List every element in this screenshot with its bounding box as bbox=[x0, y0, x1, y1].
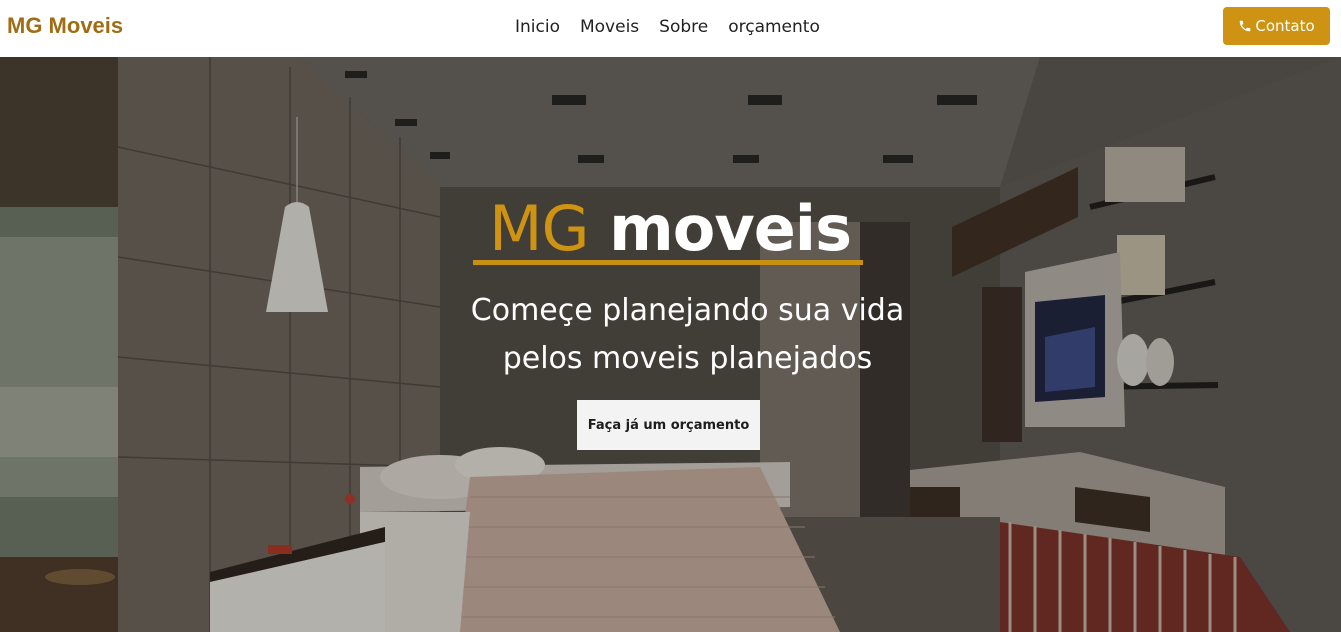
hero-content: MG moveis Começe planejando sua vida pel… bbox=[0, 57, 1341, 632]
brand-logo[interactable]: MG Moveis bbox=[7, 13, 123, 39]
hero-title-moveis: moveis bbox=[588, 192, 852, 265]
contato-label: Contato bbox=[1255, 17, 1315, 35]
nav-link-sobre[interactable]: Sobre bbox=[649, 15, 718, 39]
hero-subtitle: Começe planejando sua vida pelos moveis … bbox=[370, 287, 1005, 383]
hero-section: MG moveis Começe planejando sua vida pel… bbox=[0, 57, 1341, 632]
nav-link-orcamento[interactable]: orçamento bbox=[718, 15, 830, 39]
hero-title-mg: MG bbox=[489, 192, 590, 265]
nav-links: Inicio Moveis Sobre orçamento bbox=[505, 15, 830, 39]
hero-subtitle-line1: Começe planejando sua vida bbox=[470, 293, 905, 328]
navbar: MG Moveis Inicio Moveis Sobre orçamento … bbox=[0, 0, 1341, 57]
hero-subtitle-line2: pelos moveis planejados bbox=[502, 341, 873, 376]
phone-icon bbox=[1240, 20, 1251, 32]
orcamento-cta-button[interactable]: Faça já um orçamento bbox=[577, 400, 760, 450]
contato-button[interactable]: Contato bbox=[1223, 7, 1330, 45]
hero-title: MG moveis bbox=[470, 197, 870, 261]
nav-link-inicio[interactable]: Inicio bbox=[505, 15, 570, 39]
hero-title-underline bbox=[473, 260, 863, 265]
nav-link-moveis[interactable]: Moveis bbox=[570, 15, 649, 39]
